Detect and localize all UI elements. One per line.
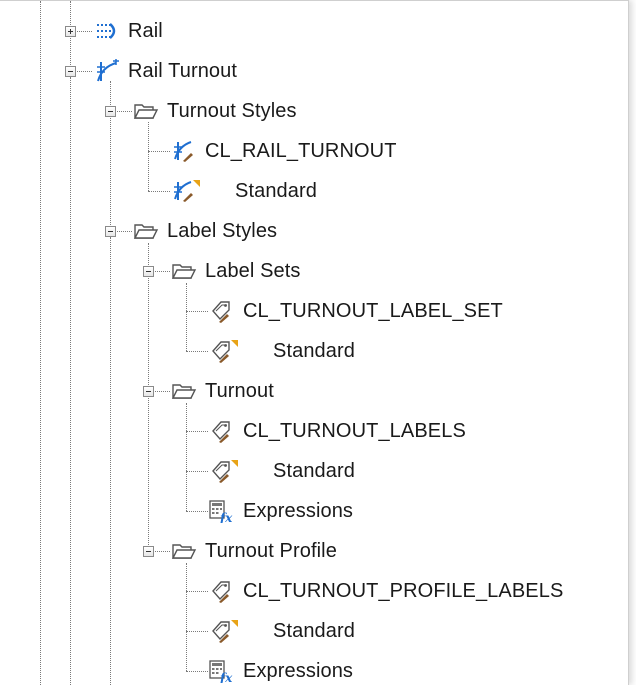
tree-connector — [40, 1, 41, 685]
tree-connector — [148, 122, 149, 191]
tree-node-label: Standard — [235, 179, 317, 202]
tree-node-turnout-styles[interactable]: Turnout Styles — [133, 97, 297, 125]
tree-connector — [186, 563, 187, 671]
default-flag-icon — [193, 180, 200, 187]
tree-node-label: CL_RAIL_TURNOUT — [205, 139, 397, 162]
collapse-turnout-profile-button[interactable] — [143, 546, 154, 557]
expressions-icon: fx — [209, 659, 235, 683]
tree-node-label-styles[interactable]: Label Styles — [133, 217, 277, 245]
tree-node-label: Expressions — [243, 659, 354, 682]
folder-icon — [133, 99, 159, 123]
tree-connector — [186, 311, 208, 312]
folder-icon — [133, 219, 159, 243]
tree-node-standard-label-set[interactable]: Standard — [209, 337, 355, 365]
tree-node-rail[interactable]: Rail — [94, 17, 163, 45]
tree-connector — [110, 81, 111, 225]
collapse-turnout-button[interactable] — [143, 386, 154, 397]
expressions-icon: fx — [209, 499, 235, 523]
label-style-icon — [209, 299, 235, 323]
default-flag-icon — [231, 460, 238, 467]
tree-node-label: CL_TURNOUT_PROFILE_LABELS — [243, 579, 564, 602]
tree-node-label: Standard — [273, 339, 355, 362]
tree-node-expressions-turnout-profile[interactable]: fx Expressions — [209, 657, 353, 685]
tree-node-cl-turnout-label-set[interactable]: CL_TURNOUT_LABEL_SET — [209, 297, 503, 325]
tree-node-label: Turnout Styles — [167, 99, 297, 122]
tree-connector — [186, 283, 187, 351]
tree-connector — [186, 351, 208, 352]
turnout-icon — [94, 59, 120, 83]
tree-node-label: Turnout Profile — [205, 539, 337, 562]
folder-icon — [171, 259, 197, 283]
label-style-icon — [209, 579, 235, 603]
tree-node-rail-turnout[interactable]: Rail Turnout — [94, 57, 237, 85]
rail-icon — [94, 19, 120, 43]
label-style-icon — [209, 619, 238, 643]
expand-rail-button[interactable] — [65, 26, 76, 37]
tree-connector — [186, 631, 208, 632]
default-flag-icon — [231, 620, 238, 627]
tree-view-panel: Rail Rail Turnout Turnout Styles CL_RAIL… — [0, 0, 629, 685]
default-flag-icon — [231, 340, 238, 347]
svg-text:fx: fx — [219, 511, 233, 523]
tree-node-label: Turnout — [205, 379, 274, 402]
tree-node-label: CL_TURNOUT_LABEL_SET — [243, 299, 503, 322]
label-style-icon — [209, 459, 238, 483]
tree-connector — [186, 431, 208, 432]
tree-node-cl-rail-turnout[interactable]: CL_RAIL_TURNOUT — [171, 137, 397, 165]
tree-connector — [148, 243, 149, 551]
collapse-turnout-styles-button[interactable] — [105, 106, 116, 117]
tree-node-cl-turnout-profile-labels[interactable]: CL_TURNOUT_PROFILE_LABELS — [209, 577, 563, 605]
tree-node-standard-turnout-label[interactable]: Standard — [209, 457, 355, 485]
tree-connector — [148, 191, 170, 192]
tree-connector — [186, 471, 208, 472]
tree-connector — [148, 151, 170, 152]
tree-node-expressions-turnout[interactable]: fx Expressions — [209, 497, 353, 525]
tree-node-label: CL_TURNOUT_LABELS — [243, 419, 466, 442]
tree-connector — [186, 591, 208, 592]
label-style-icon — [209, 339, 238, 363]
collapse-label-sets-button[interactable] — [143, 266, 154, 277]
tree-node-turnout-profile[interactable]: Turnout Profile — [171, 537, 337, 565]
tree-connector — [70, 77, 71, 685]
tree-connector — [110, 237, 111, 685]
tree-connector — [186, 511, 208, 512]
tree-connector — [186, 403, 187, 511]
label-style-icon — [209, 419, 235, 443]
tree-node-label: Standard — [273, 459, 355, 482]
tree-node-label: Label Styles — [167, 219, 278, 242]
tree-node-turnout[interactable]: Turnout — [171, 377, 274, 405]
svg-text:fx: fx — [219, 671, 233, 683]
turnout-style-icon — [171, 179, 200, 203]
tree-node-label-sets[interactable]: Label Sets — [171, 257, 301, 285]
collapse-label-styles-button[interactable] — [105, 226, 116, 237]
folder-icon — [171, 379, 197, 403]
tree-node-standard-turnout-profile[interactable]: Standard — [209, 617, 355, 645]
tree-node-label: Standard — [273, 619, 355, 642]
tree-node-label: Label Sets — [205, 259, 301, 282]
tree-node-label: Rail Turnout — [128, 59, 238, 82]
tree-node-label: Rail — [128, 19, 163, 42]
collapse-rail-turnout-button[interactable] — [65, 66, 76, 77]
folder-icon — [171, 539, 197, 563]
tree-node-cl-turnout-labels[interactable]: CL_TURNOUT_LABELS — [209, 417, 466, 445]
tree-node-standard-turnout-style[interactable]: Standard — [171, 177, 317, 205]
turnout-style-icon — [171, 139, 197, 163]
tree-node-label: Expressions — [243, 499, 354, 522]
tree-connector — [186, 671, 208, 672]
